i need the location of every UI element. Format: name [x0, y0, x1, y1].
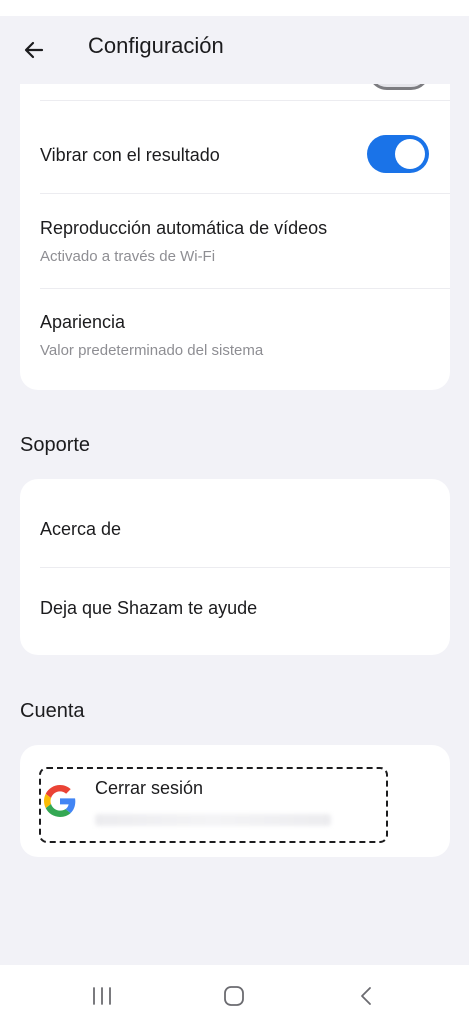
app-header: Configuración	[0, 16, 469, 84]
google-icon	[44, 785, 76, 817]
nav-back-button[interactable]	[346, 979, 386, 1013]
appearance-value: Valor predeterminado del sistema	[40, 342, 264, 359]
account-card: Cerrar sesión	[20, 745, 450, 857]
settings-screen: Configuración Vibrar con el resultado Re…	[0, 0, 469, 1025]
autoplay-value: Activado a través de Wi-Fi	[40, 248, 216, 265]
appearance-label: Apariencia	[40, 312, 126, 332]
home-icon	[224, 986, 244, 1006]
back-icon	[361, 987, 371, 1005]
sign-out-button[interactable]: Cerrar sesión	[39, 767, 388, 843]
support-section-title: Soporte	[20, 434, 91, 456]
autoplay-label: Reproducción automática de vídeos	[40, 218, 328, 238]
page-title: Configuración	[88, 33, 224, 58]
general-settings-card: Vibrar con el resultado Reproducción aut…	[20, 70, 450, 390]
help-row[interactable]: Deja que Shazam te ayude	[20, 568, 450, 655]
home-button[interactable]	[214, 979, 254, 1013]
arrow-left-icon	[24, 41, 44, 59]
autoplay-row[interactable]: Reproducción automática de vídeos Activa…	[20, 194, 450, 288]
recent-apps-icon	[93, 987, 111, 1005]
redacted-email	[95, 814, 331, 826]
system-navigation-bar	[0, 965, 469, 1025]
back-button[interactable]	[14, 30, 54, 70]
vibrate-label: Vibrar con el resultado	[40, 145, 220, 165]
account-section-title: Cuenta	[20, 700, 85, 722]
toggle-knob	[395, 139, 425, 169]
status-bar	[0, 0, 469, 16]
vibrate-row[interactable]: Vibrar con el resultado	[20, 101, 450, 193]
support-card: Acerca de Deja que Shazam te ayude	[20, 479, 450, 655]
about-row[interactable]: Acerca de	[20, 479, 450, 567]
appearance-row[interactable]: Apariencia Valor predeterminado del sist…	[20, 289, 450, 389]
help-label: Deja que Shazam te ayude	[40, 598, 258, 618]
about-label: Acerca de	[40, 519, 122, 539]
vibrate-toggle[interactable]	[367, 135, 429, 173]
sign-out-label: Cerrar sesión	[95, 778, 204, 798]
recent-apps-button[interactable]	[82, 979, 122, 1013]
